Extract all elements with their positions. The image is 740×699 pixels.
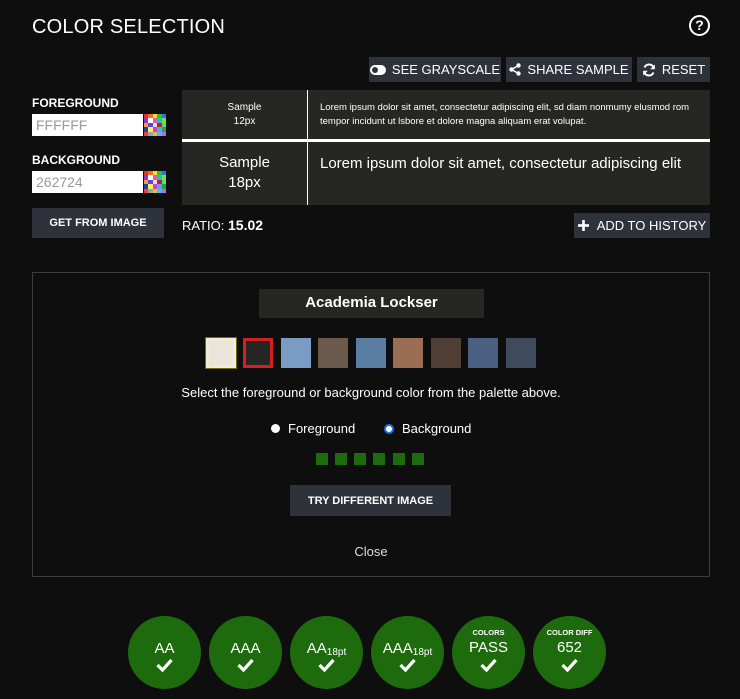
radio-background-dot[interactable] (384, 423, 394, 434)
background-label: BACKGROUND (32, 153, 120, 167)
result-badge-label: AAA (230, 640, 261, 657)
plus-icon (577, 220, 589, 231)
result-badge: AAA18pt (371, 616, 444, 689)
toggle-icon (369, 64, 386, 75)
image-title: Academia Lockser (259, 289, 484, 318)
result-badge-caption: COLORS (472, 628, 505, 637)
image-palette-panel: Academia Lockser Select the foreground o… (32, 272, 710, 577)
refresh-icon (642, 62, 655, 77)
check-icon (318, 658, 335, 672)
result-badge-label: AAA18pt (382, 640, 433, 658)
loading-indicator-box (393, 453, 405, 465)
add-to-history-button[interactable]: ADD TO HISTORY (574, 213, 710, 238)
palette-swatch[interactable] (468, 338, 498, 368)
loading-indicator-box (354, 453, 366, 465)
background-picker-icon[interactable] (144, 171, 166, 193)
result-badge-label: AA (154, 640, 175, 657)
palette-instructions: Select the foreground or background colo… (181, 385, 561, 400)
radio-foreground-dot[interactable] (271, 424, 280, 433)
palette-swatch[interactable] (356, 338, 386, 368)
sample-18px-label-line1: Sample (219, 154, 270, 171)
sample-row-18px: Sample 18px Lorem ipsum dolor sit amet, … (182, 142, 710, 205)
reset-button[interactable]: RESET (637, 57, 710, 82)
page-title: COLOR SELECTION (32, 16, 226, 38)
share-sample-label: SHARE SAMPLE (527, 62, 629, 77)
check-icon (480, 658, 497, 672)
foreground-picker-icon[interactable] (144, 114, 166, 136)
add-to-history-label: ADD TO HISTORY (596, 218, 707, 233)
loading-indicator-box (335, 453, 347, 465)
ratio-value: 15.02 (228, 217, 264, 233)
loading-indicator-box (316, 453, 328, 465)
see-grayscale-button[interactable]: SEE GRAYSCALE (369, 57, 501, 82)
check-icon (237, 658, 254, 672)
palette-swatch[interactable] (393, 338, 423, 368)
sample-18px-text: Lorem ipsum dolor sit amet, consectetur … (320, 155, 681, 172)
share-icon (509, 63, 522, 76)
radio-background-label: Background (402, 421, 472, 436)
palette-swatch[interactable] (243, 338, 273, 368)
loading-indicator-box (373, 453, 385, 465)
sample-12px-label-line2: 12px (233, 116, 256, 127)
check-icon (399, 658, 416, 672)
contrast-ratio: RATIO: 15.02 (182, 217, 263, 233)
result-badge: AAA (209, 616, 282, 689)
try-different-image-button[interactable]: TRY DIFFERENT IMAGE (290, 485, 451, 516)
result-badge: AA (128, 616, 201, 689)
foreground-label: FOREGROUND (32, 96, 119, 110)
result-badge: AA18pt (290, 616, 363, 689)
sample-18px-label-line2: 18px (228, 174, 261, 191)
result-badge-caption: COLOR DIFF (546, 628, 593, 637)
get-from-image-button[interactable]: GET FROM IMAGE (32, 208, 164, 238)
result-badge: COLORS PASS (452, 616, 525, 689)
radio-foreground[interactable]: Foreground (271, 421, 355, 436)
share-sample-button[interactable]: SHARE SAMPLE (506, 57, 632, 82)
sample-12px-text: Lorem ipsum dolor sit amet, consectetur … (320, 102, 690, 127)
radio-foreground-label: Foreground (288, 421, 356, 436)
sample-18px-label: Sample 18px (182, 153, 307, 193)
result-badge-label: 652 (556, 639, 583, 656)
radio-background[interactable]: Background (384, 421, 471, 436)
reset-label: RESET (661, 62, 706, 77)
sample-column-divider (307, 90, 308, 205)
sample-12px-label-line1: Sample (227, 102, 262, 113)
palette-swatch[interactable] (506, 338, 536, 368)
palette-swatch[interactable] (206, 338, 236, 368)
result-badge: COLOR DIFF 652 (533, 616, 606, 689)
background-input[interactable] (32, 171, 143, 193)
check-icon (561, 658, 578, 672)
see-grayscale-label: SEE GRAYSCALE (391, 62, 501, 77)
result-badge-label: PASS (469, 639, 508, 656)
palette-swatch[interactable] (318, 338, 348, 368)
palette-swatch[interactable] (281, 338, 311, 368)
sample-12px-label: Sample 12px (182, 101, 307, 129)
check-icon (156, 658, 173, 672)
ratio-label: RATIO: (182, 218, 225, 233)
close-link[interactable]: Close (33, 544, 709, 559)
palette-swatch[interactable] (431, 338, 461, 368)
loading-indicator-box (412, 453, 424, 465)
sample-row-12px: Sample 12px Lorem ipsum dolor sit amet, … (182, 90, 710, 139)
foreground-input[interactable] (32, 114, 143, 136)
result-badge-label: AA18pt (306, 640, 347, 658)
sample-preview: Sample 12px Lorem ipsum dolor sit amet, … (182, 90, 710, 205)
help-icon[interactable]: ? (689, 15, 710, 36)
